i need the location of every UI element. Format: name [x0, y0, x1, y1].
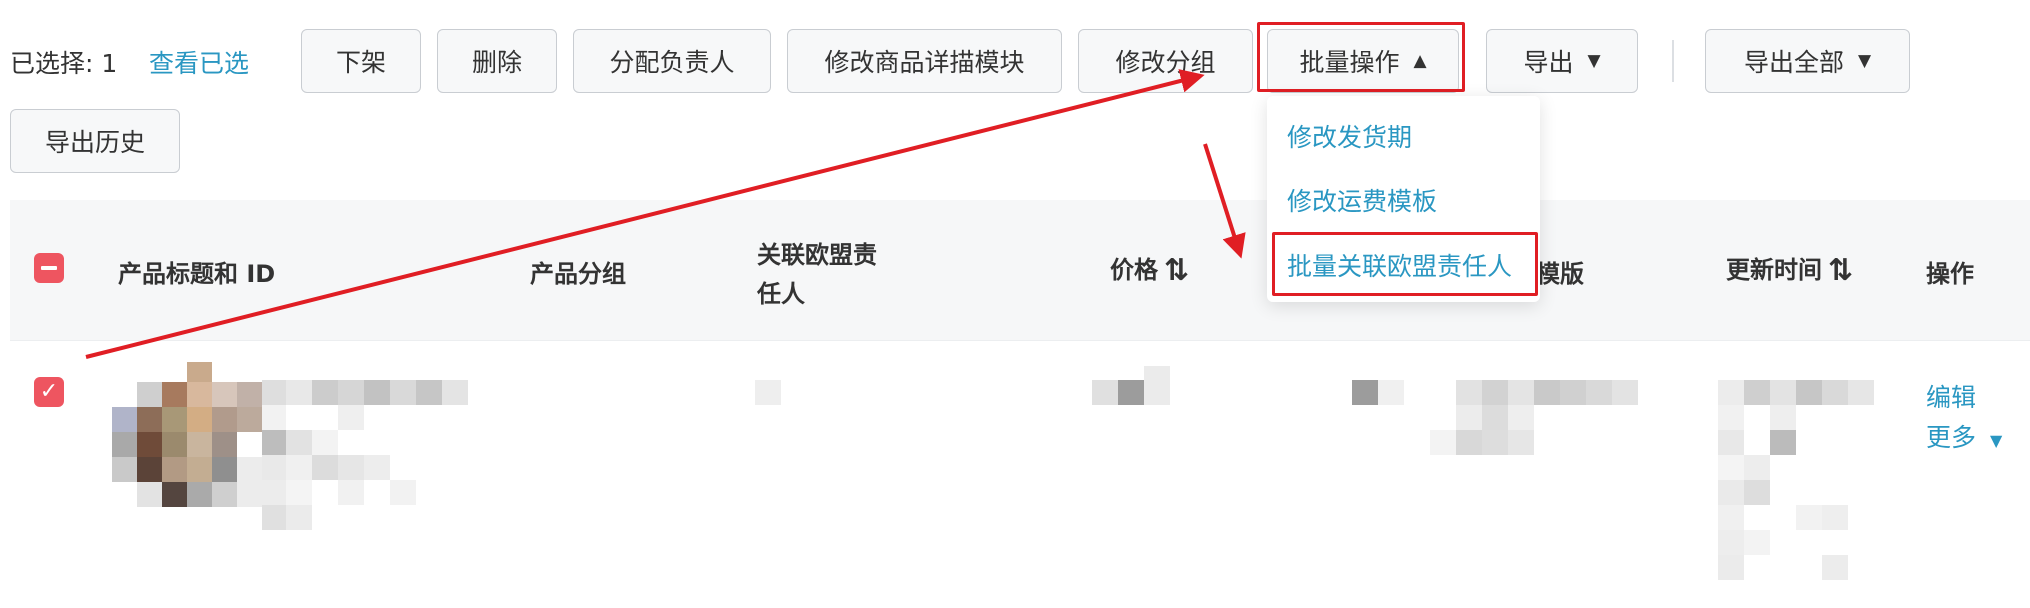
annotation-highlight-eu-owner-item: [1272, 232, 1538, 296]
indeterminate-icon: [41, 266, 57, 270]
col-header-updated-time-label: 更新时间: [1726, 256, 1822, 284]
col-header-template: 模版: [1536, 260, 1584, 288]
edit-link[interactable]: 编辑: [1926, 378, 1976, 414]
product-price-pixelated: [1092, 366, 1170, 405]
more-actions-label: 更多: [1926, 423, 1977, 452]
col-header-actions: 操作: [1926, 260, 1974, 288]
updated-time-pixelated: [1718, 380, 1874, 580]
selected-count-label: 已选择: 1: [10, 49, 118, 78]
delist-button[interactable]: 下架: [301, 29, 421, 93]
assign-owner-button-label: 分配负责人: [609, 48, 735, 77]
col-header-group: 产品分组: [530, 260, 626, 288]
delete-button[interactable]: 删除: [437, 29, 557, 93]
product-template-pixelated: [1352, 380, 1638, 455]
row-checkbox[interactable]: ✓: [34, 377, 64, 407]
caret-down-icon: ▼: [1587, 51, 1601, 71]
col-header-eu-owner-line1: 关联欧盟责: [757, 241, 877, 269]
export-all-button[interactable]: 导出全部 ▼: [1705, 29, 1910, 93]
edit-group-button[interactable]: 修改分组: [1078, 29, 1253, 93]
product-title-pixelated: [262, 380, 468, 530]
view-selected-link[interactable]: 查看已选: [149, 44, 249, 80]
toolbar-divider: [1672, 40, 1674, 82]
col-header-price[interactable]: 价格 ⇅: [1110, 250, 1189, 288]
export-button[interactable]: 导出 ▼: [1486, 29, 1638, 93]
export-all-button-label: 导出全部: [1743, 48, 1844, 77]
assign-owner-button[interactable]: 分配负责人: [573, 29, 771, 93]
annotation-highlight-batch-ops: [1257, 22, 1465, 92]
col-header-updated-time[interactable]: 更新时间 ⇅: [1726, 250, 1853, 288]
row-divider: [10, 340, 2030, 341]
sort-icon[interactable]: ⇅: [1164, 253, 1189, 288]
export-button-label: 导出: [1523, 48, 1574, 77]
more-actions-link[interactable]: 更多 ▼: [1926, 418, 2002, 454]
col-header-price-label: 价格: [1110, 256, 1158, 284]
product-thumbnail-pixelated: [112, 362, 262, 507]
select-all-checkbox[interactable]: [34, 253, 64, 283]
edit-group-button-label: 修改分组: [1115, 48, 1216, 77]
delist-button-label: 下架: [335, 48, 386, 77]
col-header-eu-owner-line2: 任人: [757, 280, 805, 308]
edit-detail-module-button-label: 修改商品详描模块: [824, 48, 1025, 77]
menu-item-edit-ship-period[interactable]: 修改发货期: [1287, 118, 1412, 154]
checkmark-icon: ✓: [39, 379, 59, 404]
caret-down-icon: ▼: [1989, 431, 2003, 450]
sort-icon[interactable]: ⇅: [1828, 253, 1853, 288]
export-history-button-label: 导出历史: [44, 128, 145, 157]
product-group-pixelated: [755, 380, 781, 405]
caret-down-icon: ▼: [1857, 51, 1872, 71]
export-history-button[interactable]: 导出历史: [10, 109, 180, 173]
edit-detail-module-button[interactable]: 修改商品详描模块: [787, 29, 1062, 93]
col-header-title-id: 产品标题和 ID: [118, 260, 276, 288]
menu-item-edit-shipping-template[interactable]: 修改运费模板: [1287, 182, 1437, 218]
delete-button-label: 删除: [471, 48, 522, 77]
